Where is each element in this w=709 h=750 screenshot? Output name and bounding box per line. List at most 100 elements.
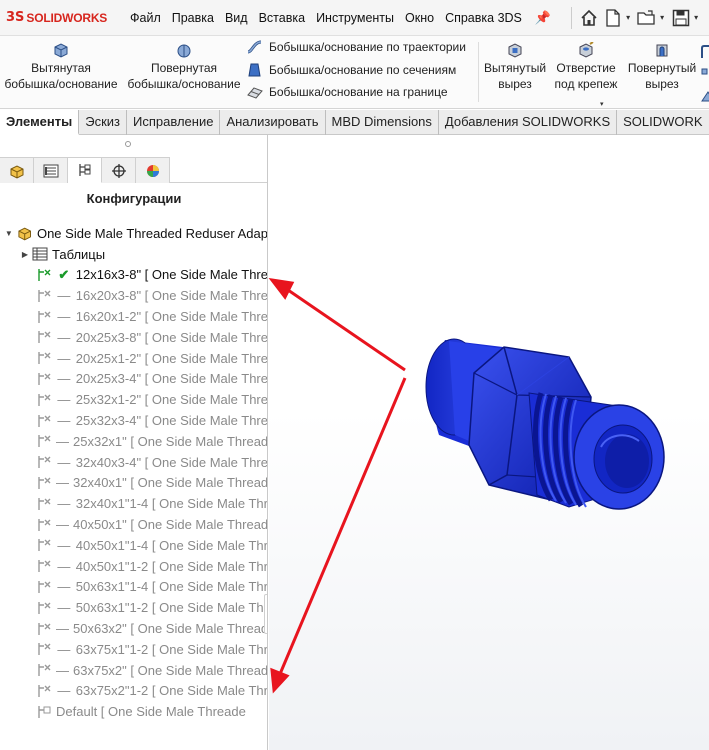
config-label: 40x50x1"1-2 [ One Side Male Thr — [75, 558, 268, 574]
config-label: 16x20x3-8" [ One Side Male Thre — [75, 288, 268, 304]
config-label: 25x32x1-2" [ One Side Male Thre — [75, 392, 268, 408]
config-item[interactable]: —20x25x1-2" [ One Side Male Thre — [0, 348, 267, 369]
tab-evaluate[interactable]: Анализировать — [220, 110, 326, 135]
config-item[interactable]: —25x32x1-2" [ One Side Male Thre — [0, 389, 268, 410]
tab-configuration-manager[interactable] — [68, 157, 102, 183]
swept-boss-button[interactable]: Бобышка/основание по траектории — [246, 39, 466, 55]
new-document-icon[interactable] — [602, 7, 624, 29]
config-item-active[interactable]: ✔ 12x16x3-8" [ One Side Male Thre — [0, 265, 267, 286]
menu-file[interactable]: Файл — [130, 11, 161, 25]
config-item[interactable]: —50x63x1"1-2 [ One Side Male Thr — [0, 597, 267, 618]
boundary-boss-icon — [247, 87, 263, 99]
command-manager: Вытянутая бобышка/основание Повернутая б… — [0, 36, 709, 109]
rib-icon — [701, 91, 709, 102]
config-label: 40x50x1"1-4 [ One Side Male Thr — [75, 537, 268, 553]
tab-solidworks[interactable]: SOLIDWORK — [617, 110, 709, 135]
config-item[interactable]: Default [ One Side Male Threade — [0, 701, 267, 722]
tab-features[interactable]: Элементы — [0, 110, 80, 135]
solidworks-logo[interactable]: 3S SOLIDWORKS — [6, 10, 116, 25]
graphics-area[interactable] — [269, 135, 709, 750]
dash-icon: — — [57, 329, 71, 345]
menu-edit[interactable]: Правка — [172, 11, 214, 25]
menu-help[interactable]: Справка 3DS — [445, 11, 522, 25]
property-manager-icon — [43, 164, 58, 177]
config-item[interactable]: —20x25x3-4" [ One Side Male Thre — [0, 369, 268, 390]
config-label: 20x25x3-4" [ One Side Male Thre — [75, 371, 268, 387]
lofted-boss-button[interactable]: Бобышка/основание по сечениям — [246, 62, 456, 78]
config-icon — [36, 351, 52, 365]
tab-solidworks-addins[interactable]: Добавления SOLIDWORKS — [439, 110, 618, 135]
config-item[interactable]: —32x40x3-4" [ One Side Male Thre — [0, 452, 267, 473]
tab-property-manager[interactable] — [34, 157, 68, 183]
expand-arrow-icon[interactable]: ▼ — [2, 229, 16, 238]
tree-item-tables[interactable]: ▶ Таблицы — [0, 244, 267, 265]
pin-icon[interactable]: 📌 — [535, 10, 551, 26]
config-item[interactable]: —40x50x1" [ One Side Male Thread — [0, 514, 268, 535]
config-icon — [36, 393, 52, 407]
revolved-cut-label-2: вырез — [645, 77, 679, 91]
config-item[interactable]: —63x75x2"1-2 [ One Side Male Thr — [0, 681, 267, 702]
config-item[interactable]: —40x50x1"1-2 [ One Side Male Thr — [0, 556, 268, 577]
configurations-list: ✔ 12x16x3-8" [ One Side Male Thre —16x20x3… — [0, 265, 268, 723]
config-icon — [36, 518, 52, 532]
revolved-cut-button[interactable]: Повернутый вырез — [624, 38, 700, 92]
panel-grip-icon[interactable] — [125, 141, 131, 147]
config-label: 40x50x1" [ One Side Male Thread — [73, 517, 268, 533]
chevron-down-icon[interactable]: ▾ — [660, 13, 664, 22]
config-item[interactable]: —20x25x3-8" [ One Side Male Thre — [0, 327, 267, 348]
config-icon — [36, 622, 52, 636]
config-item[interactable]: —50x63x2" [ One Side Male Thread — [0, 618, 267, 639]
revolved-boss-label-2: бобышка/основание — [127, 77, 241, 91]
fillet-button[interactable] — [700, 40, 709, 62]
extruded-boss-button[interactable]: Вытянутая бобышка/основание — [4, 38, 118, 92]
config-label: 63x75x2" [ One Side Male Thread — [73, 662, 268, 678]
config-icon — [36, 497, 52, 511]
chevron-down-icon[interactable]: ▾ — [694, 13, 698, 22]
config-label: 25x32x3-4" [ One Side Male Thre — [75, 413, 268, 429]
tab-feature-manager[interactable] — [0, 157, 34, 183]
menu-tools[interactable]: Инструменты — [316, 11, 394, 25]
chevron-down-icon[interactable]: ▾ — [600, 100, 604, 108]
chevron-down-icon[interactable]: ▾ — [626, 13, 630, 22]
config-item[interactable]: —40x50x1"1-4 [ One Side Male Thr — [0, 535, 268, 556]
extruded-cut-button[interactable]: Вытянутый вырез — [481, 38, 549, 92]
tab-repair[interactable]: Исправление — [127, 110, 221, 135]
open-folder-icon[interactable] — [636, 7, 658, 29]
config-item[interactable]: —50x63x1"1-4 [ One Side Male Thr — [0, 577, 267, 598]
config-item[interactable]: —63x75x2" [ One Side Male Thread — [0, 660, 268, 681]
linear-pattern-button[interactable] — [700, 62, 709, 84]
menu-window[interactable]: Окно — [405, 11, 434, 25]
config-label: Default [ One Side Male Threade — [56, 704, 246, 720]
config-item[interactable]: —63x75x1"1-2 [ One Side Male Thr — [0, 639, 267, 660]
dash-icon: — — [57, 350, 71, 366]
rib-button[interactable] — [700, 84, 709, 106]
config-item[interactable]: —32x40x1"1-4 [ One Side Male Thr — [0, 493, 267, 514]
tab-display-manager[interactable] — [136, 157, 170, 183]
config-item[interactable]: —32x40x1" [ One Side Male Thread — [0, 473, 268, 494]
revolved-boss-button[interactable]: Повернутая бобышка/основание — [124, 38, 244, 92]
config-item[interactable]: —25x32x1" [ One Side Male Thread — [0, 431, 267, 452]
tab-mbd-dimensions[interactable]: MBD Dimensions — [326, 110, 439, 135]
config-label: 32x40x1" [ One Side Male Thread — [73, 475, 268, 491]
hole-wizard-button[interactable]: Отверстие под крепеж — [550, 38, 622, 92]
save-icon[interactable] — [670, 7, 692, 29]
menu-view[interactable]: Вид — [225, 11, 248, 25]
dash-icon: — — [57, 496, 71, 512]
extruded-boss-label-2: бобышка/основание — [4, 77, 118, 91]
tab-sketch[interactable]: Эскиз — [79, 110, 128, 135]
config-item[interactable]: —16x20x1-2" [ One Side Male Thre — [0, 306, 267, 327]
menu-insert[interactable]: Вставка — [259, 11, 305, 25]
tab-dimxpert-manager[interactable] — [102, 157, 136, 183]
home-icon[interactable] — [578, 7, 600, 29]
swept-boss-label: Бобышка/основание по траектории — [269, 40, 466, 54]
boundary-boss-button[interactable]: Бобышка/основание на границе — [246, 84, 448, 100]
threaded-adapter-model[interactable] — [269, 135, 709, 750]
dash-icon: — — [57, 683, 71, 699]
config-item[interactable]: —16x20x3-8" [ One Side Male Thre — [0, 285, 268, 306]
collapse-arrow-icon[interactable]: ▶ — [18, 250, 32, 259]
revolved-boss-icon — [177, 44, 191, 58]
config-item[interactable]: —25x32x3-4" [ One Side Male Thre — [0, 410, 268, 431]
tree-root-part[interactable]: ▼ One Side Male Threaded Reduser Adap — [0, 223, 267, 244]
panel-resize-handle[interactable] — [264, 594, 267, 634]
config-icon — [36, 642, 52, 656]
